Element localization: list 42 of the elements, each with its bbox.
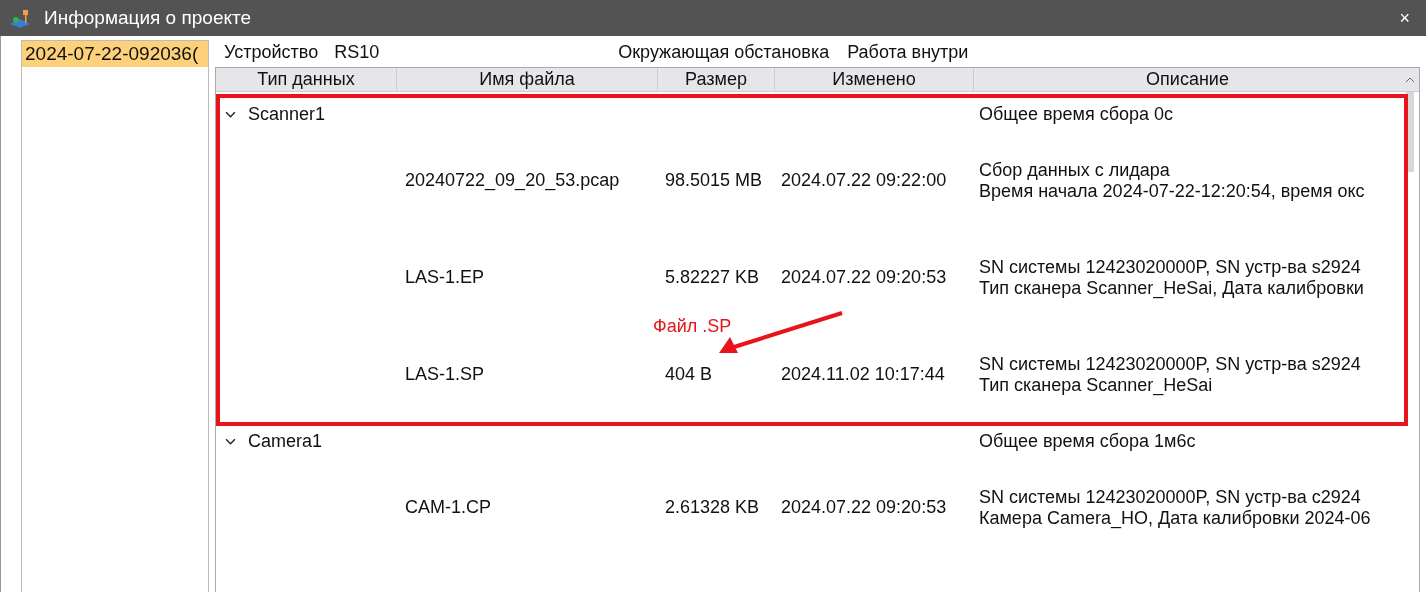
table-cell-text: Тип сканера Scanner_HeSai xyxy=(979,374,1214,396)
table-cell: 2024.11.02 10:17:44 xyxy=(781,364,945,384)
annotation-label: Файл .SP xyxy=(653,316,732,337)
table-cell-text: Тип сканера Scanner_HeSai, Дата калибровки xyxy=(979,277,1365,299)
table-cell: 2024.07.22 09:22:00 xyxy=(781,170,947,190)
column-header[interactable]: Имя файла xyxy=(397,68,658,91)
table-cell: 404 B xyxy=(665,364,713,384)
info-label: Устройство xyxy=(224,41,319,63)
column-header[interactable]: Изменено xyxy=(775,68,974,91)
table-cell: 98.5015 MB xyxy=(665,170,763,190)
table-cell: CAM-1.CP xyxy=(405,497,491,517)
table-cell-text: SN системы 12423020000P, SN устр-ва c2924 xyxy=(979,486,1362,508)
table-cell: LAS-1.SP xyxy=(405,364,485,384)
table-cell-text: SN системы 12423020000P, SN устр-ва s2924 xyxy=(979,256,1362,278)
close-button[interactable]: × xyxy=(1391,7,1418,29)
info-value: Работа внутри xyxy=(847,41,969,63)
chevron-icon[interactable] xyxy=(225,437,236,445)
table-cell: 2024.07.22 09:20:53 xyxy=(781,267,947,287)
column-header[interactable]: Тип данных xyxy=(216,68,397,91)
info-value: RS10 xyxy=(334,41,380,63)
table-cell-text: Сбор данных с лидара xyxy=(979,159,1171,181)
table-cell-text: Время начала 2024-07-22-12:20:54, время окс xyxy=(979,180,1366,202)
chevron-icon[interactable] xyxy=(225,110,236,118)
group-name: Scanner1 xyxy=(248,103,326,125)
table-cell: 20240722_09_20_53.pcap xyxy=(405,170,620,190)
map-pin-icon xyxy=(8,8,32,28)
table-cell: Общее время сбора 0с xyxy=(979,103,1173,124)
table-cell: 5.82227 KB xyxy=(665,267,760,287)
table-cell: 2.61328 KB xyxy=(665,497,760,517)
table-cell: 2024.07.22 09:20:53 xyxy=(781,497,947,517)
column-header[interactable]: Описание xyxy=(974,68,1401,91)
window-title: Информация о проекте xyxy=(44,7,252,29)
project-item[interactable]: 2024-07-22-092036( xyxy=(22,41,208,67)
scroll-up-icon[interactable] xyxy=(1405,76,1415,83)
table-cell-text: SN системы 12423020000P, SN устр-ва s2924 xyxy=(979,353,1362,375)
scrollbar-thumb[interactable] xyxy=(1406,92,1414,172)
table-cell-text: Камера Camera_HO, Дата калибровки 2024-06 xyxy=(979,507,1372,529)
info-label: Окружающая обстановка xyxy=(618,41,830,63)
group-name: Camera1 xyxy=(248,430,323,452)
column-header[interactable]: Размер xyxy=(658,68,775,91)
table-cell: Общее время сбора 1м6с xyxy=(979,430,1196,451)
table-cell: LAS-1.EP xyxy=(405,267,485,287)
